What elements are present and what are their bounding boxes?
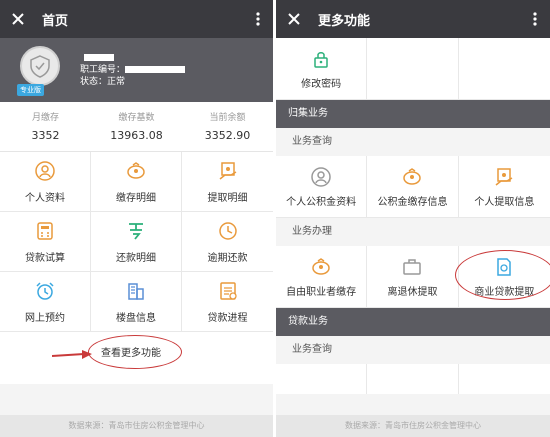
piggy-bank-icon (401, 166, 423, 188)
lock-icon (310, 48, 332, 70)
subsection-header-query: 业务查询 (276, 128, 550, 156)
briefcase-icon (401, 256, 423, 278)
status-value: 正常 (107, 77, 126, 87)
piggy-bank-icon (310, 256, 332, 278)
section-header-loan: 贷款业务 (276, 308, 550, 336)
top-bar: 更多功能 (276, 0, 550, 38)
grid-item-property-info[interactable]: 楼盘信息 (91, 272, 182, 332)
person-icon (33, 159, 57, 183)
grid-item-fund-deposit-info[interactable]: 公积金缴存信息 (367, 156, 459, 218)
close-icon[interactable] (8, 9, 28, 29)
more-functions-row: 查看更多功能 (0, 332, 273, 384)
person-icon (310, 166, 332, 188)
grid-item-online-booking[interactable]: 网上预约 (0, 272, 91, 332)
more-functions-screen: 更多功能 修改密码 归集业务 业务查询 个人公积金资料 公积金缴存信息 个人提取… (276, 0, 550, 437)
stat-current-balance: 当前余额 3352.90 (204, 113, 251, 142)
employee-id-label: 职工编号： (80, 65, 126, 75)
grid-item-deposit-details[interactable]: 缴存明细 (91, 152, 182, 212)
function-grid: 个人资料 缴存明细 提取明细 贷款试算 还款明细 逾期还款 网上预约 楼盘信息 (0, 152, 273, 332)
loan-query-grid-partial (276, 364, 550, 394)
grid-item-partial[interactable] (459, 364, 550, 394)
grid-item-loan-calculator[interactable]: 贷款试算 (0, 212, 91, 272)
progress-icon (216, 279, 240, 303)
top-bar: 首页 (0, 0, 273, 38)
grid-item-overdue-repayment[interactable]: 逾期还款 (182, 212, 273, 272)
handling-grid: 自由职业者缴存 离退休提取 商业贷款提取 (276, 246, 550, 308)
account-stats: 月缴存 3352 缴存基数 13963.08 当前余额 3352.90 (0, 102, 273, 152)
data-source-footer: 数据来源：青岛市住房公积金管理中心 (276, 415, 550, 437)
query-grid: 个人公积金资料 公积金缴存信息 个人提取信息 (276, 156, 550, 218)
status-label: 状态： (80, 77, 108, 87)
hand-coin-icon (216, 159, 240, 183)
password-row: 修改密码 (276, 38, 550, 100)
close-icon[interactable] (284, 9, 304, 29)
employee-id-redacted (125, 66, 186, 73)
grid-item-partial[interactable] (276, 364, 368, 394)
grid-item-withdrawal-details[interactable]: 提取明细 (182, 152, 273, 212)
more-options-icon[interactable] (528, 9, 542, 29)
profile-card: 专业版 职工编号： 状态：正常 (0, 38, 273, 102)
grid-item-personal-fund-info[interactable]: 个人公积金资料 (276, 156, 368, 218)
clock-icon (216, 219, 240, 243)
alarm-icon (33, 279, 57, 303)
grid-item-personal-info[interactable]: 个人资料 (0, 152, 91, 212)
more-options-icon[interactable] (251, 9, 265, 29)
grid-item-freelancer-deposit[interactable]: 自由职业者缴存 (276, 246, 368, 308)
page-title: 首页 (42, 13, 69, 29)
grid-item-retirement-withdrawal[interactable]: 离退休提取 (367, 246, 459, 308)
section-header-collection: 归集业务 (276, 100, 550, 128)
empty-cell (459, 38, 550, 100)
grid-item-personal-withdrawal-info[interactable]: 个人提取信息 (458, 156, 550, 218)
subsection-header-loan-query: 业务查询 (276, 336, 550, 364)
stat-deposit-base: 缴存基数 13963.08 (110, 113, 163, 142)
membership-badge: 专业版 (17, 84, 44, 96)
grid-item-loan-progress[interactable]: 贷款进程 (182, 272, 273, 332)
empty-cell (367, 38, 459, 100)
view-more-functions-link[interactable]: 查看更多功能 (101, 344, 161, 359)
piggy-bank-icon (124, 159, 148, 183)
grid-item-partial[interactable] (367, 364, 459, 394)
calculator-icon (33, 219, 57, 243)
avatar (20, 46, 60, 86)
data-source-footer: 数据来源：青岛市住房公积金管理中心 (0, 415, 273, 437)
stat-monthly-deposit: 月缴存 3352 (31, 113, 60, 142)
name-redacted (84, 54, 114, 61)
grid-item-change-password[interactable]: 修改密码 (276, 38, 368, 100)
page-title: 更多功能 (318, 13, 371, 29)
annotation-ellipse (454, 250, 550, 300)
shield-logo-icon (30, 55, 50, 78)
hand-coin-icon (493, 166, 515, 188)
annotation-arrow-icon (52, 350, 92, 359)
home-screen: 首页 专业版 职工编号： 状态：正常 月缴存 3352 缴存基数 13963.0… (0, 0, 273, 437)
grid-item-commercial-loan-withdrawal[interactable]: 商业贷款提取 (454, 246, 550, 308)
grid-item-repayment-details[interactable]: 还款明细 (91, 212, 182, 272)
building-icon (124, 279, 148, 303)
subsection-header-handling: 业务办理 (276, 218, 550, 246)
repay-icon (124, 219, 148, 243)
